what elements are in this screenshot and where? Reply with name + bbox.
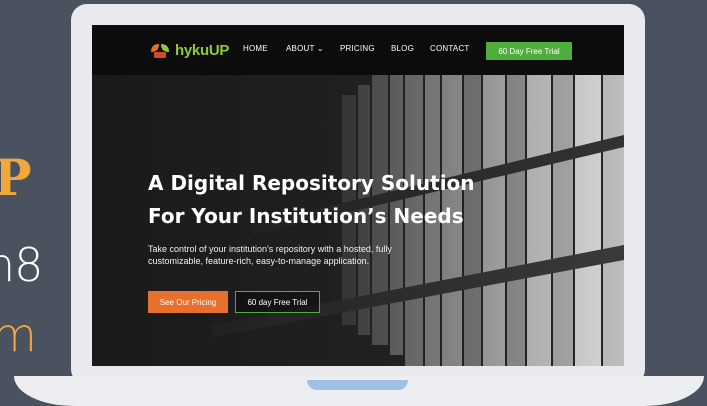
free-trial-button[interactable]: 60 day Free Trial (235, 291, 320, 313)
laptop-screen: hykuUP HOME ABOUT ⌄ PRICING BLOG CONTACT… (92, 25, 624, 366)
site-navbar: hykuUP HOME ABOUT ⌄ PRICING BLOG CONTACT… (92, 25, 624, 75)
side-text-m: m (0, 308, 37, 362)
nav-contact[interactable]: CONTACT (430, 44, 469, 53)
hero-title-line-1: A Digital Repository Solution (148, 171, 475, 195)
leaf-logo-icon (151, 44, 169, 58)
hero-title-line-2: For Your Institution’s Needs (148, 204, 464, 228)
nav-home[interactable]: HOME (243, 44, 268, 53)
logo-text: hykuUP (175, 41, 230, 59)
side-text-n8: n8 (0, 238, 43, 292)
see-pricing-button[interactable]: See Our Pricing (148, 291, 228, 313)
nav-blog[interactable]: BLOG (391, 44, 414, 53)
nav-about[interactable]: ABOUT ⌄ (286, 44, 324, 53)
hero-section: A Digital Repository Solution For Your I… (92, 75, 624, 366)
hero-title: A Digital Repository Solution For Your I… (148, 167, 568, 233)
side-text-p: P (0, 148, 32, 207)
hero-subtitle: Take control of your institution's repos… (148, 244, 392, 266)
site-logo[interactable]: hykuUP (148, 40, 229, 60)
laptop-notch (307, 380, 408, 390)
nav-free-trial-button[interactable]: 60 Day Free Trial (486, 42, 572, 60)
nav-pricing[interactable]: PRICING (340, 44, 375, 53)
